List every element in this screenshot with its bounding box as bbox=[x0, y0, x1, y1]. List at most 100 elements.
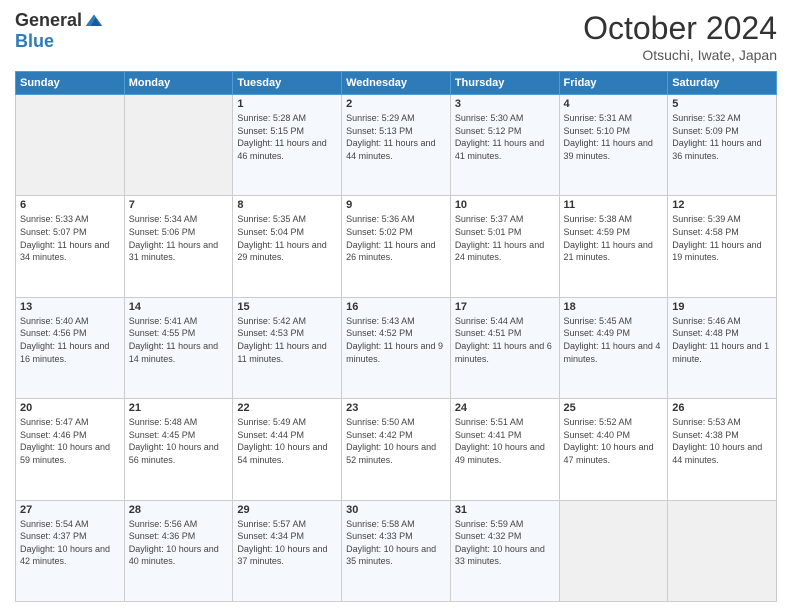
day-info: Sunrise: 5:56 AM Sunset: 4:36 PM Dayligh… bbox=[129, 518, 229, 568]
calendar-cell: 15 Sunrise: 5:42 AM Sunset: 4:53 PM Dayli… bbox=[233, 297, 342, 398]
day-info: Sunrise: 5:40 AM Sunset: 4:56 PM Dayligh… bbox=[20, 315, 120, 365]
day-number: 18 bbox=[564, 301, 664, 313]
calendar-cell: 23 Sunrise: 5:50 AM Sunset: 4:42 PM Dayli… bbox=[342, 399, 451, 500]
logo-general: General bbox=[15, 10, 82, 31]
calendar-cell: 11 Sunrise: 5:38 AM Sunset: 4:59 PM Dayli… bbox=[559, 196, 668, 297]
day-info: Sunrise: 5:34 AM Sunset: 5:06 PM Dayligh… bbox=[129, 213, 229, 263]
calendar-cell bbox=[16, 95, 125, 196]
day-number: 22 bbox=[237, 402, 337, 414]
calendar-cell: 5Sunrise: 5:32 AM Sunset: 5:09 PM Daylig… bbox=[668, 95, 777, 196]
day-info: Sunrise: 5:41 AM Sunset: 4:55 PM Dayligh… bbox=[129, 315, 229, 365]
title-section: October 2024 Otsuchi, Iwate, Japan bbox=[583, 10, 777, 63]
calendar-cell bbox=[668, 500, 777, 601]
day-number: 17 bbox=[455, 301, 555, 313]
day-number: 21 bbox=[129, 402, 229, 414]
calendar-cell: 31Sunrise: 5:59 AM Sunset: 4:32 PM Dayli… bbox=[450, 500, 559, 601]
calendar-body: 1Sunrise: 5:28 AM Sunset: 5:15 PM Daylig… bbox=[16, 95, 777, 602]
calendar-cell: 1Sunrise: 5:28 AM Sunset: 5:15 PM Daylig… bbox=[233, 95, 342, 196]
day-of-week-header: Sunday bbox=[16, 72, 125, 95]
day-info: Sunrise: 5:37 AM Sunset: 5:01 PM Dayligh… bbox=[455, 213, 555, 263]
calendar-cell: 16 Sunrise: 5:43 AM Sunset: 4:52 PM Dayli… bbox=[342, 297, 451, 398]
day-number: 11 bbox=[564, 199, 664, 211]
calendar-cell: 4Sunrise: 5:31 AM Sunset: 5:10 PM Daylig… bbox=[559, 95, 668, 196]
day-info: Sunrise: 5:38 AM Sunset: 4:59 PM Dayligh… bbox=[564, 213, 664, 263]
calendar-cell: 3 Sunrise: 5:30 AM Sunset: 5:12 PM Daylig… bbox=[450, 95, 559, 196]
calendar-cell: 24Sunrise: 5:51 AM Sunset: 4:41 PM Dayli… bbox=[450, 399, 559, 500]
logo-blue: Blue bbox=[15, 31, 54, 52]
day-info: Sunrise: 5:53 AM Sunset: 4:38 PM Dayligh… bbox=[672, 416, 772, 466]
calendar-table: SundayMondayTuesdayWednesdayThursdayFrid… bbox=[15, 71, 777, 602]
subtitle: Otsuchi, Iwate, Japan bbox=[583, 47, 777, 63]
day-of-week-header: Saturday bbox=[668, 72, 777, 95]
day-number: 7 bbox=[129, 199, 229, 211]
day-info: Sunrise: 5:45 AM Sunset: 4:49 PM Dayligh… bbox=[564, 315, 664, 365]
day-info: Sunrise: 5:47 AM Sunset: 4:46 PM Dayligh… bbox=[20, 416, 120, 466]
day-number: 23 bbox=[346, 402, 446, 414]
day-of-week-header: Friday bbox=[559, 72, 668, 95]
calendar-cell: 27 Sunrise: 5:54 AM Sunset: 4:37 PM Dayli… bbox=[16, 500, 125, 601]
day-number: 6 bbox=[20, 199, 120, 211]
calendar-cell bbox=[124, 95, 233, 196]
day-number: 20 bbox=[20, 402, 120, 414]
header-row: SundayMondayTuesdayWednesdayThursdayFrid… bbox=[16, 72, 777, 95]
day-info: Sunrise: 5:46 AM Sunset: 4:48 PM Dayligh… bbox=[672, 315, 772, 365]
calendar-cell: 14Sunrise: 5:41 AM Sunset: 4:55 PM Dayli… bbox=[124, 297, 233, 398]
calendar-cell: 10 Sunrise: 5:37 AM Sunset: 5:01 PM Dayli… bbox=[450, 196, 559, 297]
day-info: Sunrise: 5:43 AM Sunset: 4:52 PM Dayligh… bbox=[346, 315, 446, 365]
page: General Blue October 2024 Otsuchi, Iwate… bbox=[0, 0, 792, 612]
calendar-cell: 20 Sunrise: 5:47 AM Sunset: 4:46 PM Dayli… bbox=[16, 399, 125, 500]
day-info: Sunrise: 5:33 AM Sunset: 5:07 PM Dayligh… bbox=[20, 213, 120, 263]
calendar-cell: 6 Sunrise: 5:33 AM Sunset: 5:07 PM Daylig… bbox=[16, 196, 125, 297]
calendar-cell: 28Sunrise: 5:56 AM Sunset: 4:36 PM Dayli… bbox=[124, 500, 233, 601]
calendar-cell: 18 Sunrise: 5:45 AM Sunset: 4:49 PM Dayli… bbox=[559, 297, 668, 398]
logo: General Blue bbox=[15, 10, 104, 52]
day-number: 31 bbox=[455, 504, 555, 516]
day-number: 15 bbox=[237, 301, 337, 313]
calendar-cell: 19 Sunrise: 5:46 AM Sunset: 4:48 PM Dayli… bbox=[668, 297, 777, 398]
day-info: Sunrise: 5:54 AM Sunset: 4:37 PM Dayligh… bbox=[20, 518, 120, 568]
day-of-week-header: Tuesday bbox=[233, 72, 342, 95]
calendar-cell bbox=[559, 500, 668, 601]
calendar-cell: 13 Sunrise: 5:40 AM Sunset: 4:56 PM Dayli… bbox=[16, 297, 125, 398]
day-number: 19 bbox=[672, 301, 772, 313]
calendar-cell: 8Sunrise: 5:35 AM Sunset: 5:04 PM Daylig… bbox=[233, 196, 342, 297]
day-number: 2 bbox=[346, 98, 446, 110]
logo-icon bbox=[84, 11, 104, 31]
calendar-week-row: 13 Sunrise: 5:40 AM Sunset: 4:56 PM Dayli… bbox=[16, 297, 777, 398]
day-info: Sunrise: 5:30 AM Sunset: 5:12 PM Dayligh… bbox=[455, 112, 555, 162]
calendar-cell: 26Sunrise: 5:53 AM Sunset: 4:38 PM Dayli… bbox=[668, 399, 777, 500]
day-info: Sunrise: 5:50 AM Sunset: 4:42 PM Dayligh… bbox=[346, 416, 446, 466]
calendar-cell: 22Sunrise: 5:49 AM Sunset: 4:44 PM Dayli… bbox=[233, 399, 342, 500]
calendar-week-row: 1Sunrise: 5:28 AM Sunset: 5:15 PM Daylig… bbox=[16, 95, 777, 196]
calendar-cell: 25 Sunrise: 5:52 AM Sunset: 4:40 PM Dayli… bbox=[559, 399, 668, 500]
day-number: 16 bbox=[346, 301, 446, 313]
calendar-cell: 17 Sunrise: 5:44 AM Sunset: 4:51 PM Dayli… bbox=[450, 297, 559, 398]
day-number: 9 bbox=[346, 199, 446, 211]
day-info: Sunrise: 5:29 AM Sunset: 5:13 PM Dayligh… bbox=[346, 112, 446, 162]
calendar-cell: 9 Sunrise: 5:36 AM Sunset: 5:02 PM Daylig… bbox=[342, 196, 451, 297]
day-number: 3 bbox=[455, 98, 555, 110]
day-info: Sunrise: 5:36 AM Sunset: 5:02 PM Dayligh… bbox=[346, 213, 446, 263]
day-info: Sunrise: 5:44 AM Sunset: 4:51 PM Dayligh… bbox=[455, 315, 555, 365]
calendar-header: SundayMondayTuesdayWednesdayThursdayFrid… bbox=[16, 72, 777, 95]
day-number: 30 bbox=[346, 504, 446, 516]
day-info: Sunrise: 5:52 AM Sunset: 4:40 PM Dayligh… bbox=[564, 416, 664, 466]
day-number: 12 bbox=[672, 199, 772, 211]
day-info: Sunrise: 5:58 AM Sunset: 4:33 PM Dayligh… bbox=[346, 518, 446, 568]
main-title: October 2024 bbox=[583, 10, 777, 47]
day-number: 25 bbox=[564, 402, 664, 414]
day-number: 10 bbox=[455, 199, 555, 211]
day-info: Sunrise: 5:32 AM Sunset: 5:09 PM Dayligh… bbox=[672, 112, 772, 162]
header: General Blue October 2024 Otsuchi, Iwate… bbox=[15, 10, 777, 63]
day-info: Sunrise: 5:42 AM Sunset: 4:53 PM Dayligh… bbox=[237, 315, 337, 365]
day-number: 4 bbox=[564, 98, 664, 110]
day-of-week-header: Monday bbox=[124, 72, 233, 95]
calendar-cell: 21Sunrise: 5:48 AM Sunset: 4:45 PM Dayli… bbox=[124, 399, 233, 500]
day-number: 27 bbox=[20, 504, 120, 516]
day-number: 13 bbox=[20, 301, 120, 313]
day-number: 8 bbox=[237, 199, 337, 211]
day-number: 29 bbox=[237, 504, 337, 516]
calendar-cell: 2 Sunrise: 5:29 AM Sunset: 5:13 PM Daylig… bbox=[342, 95, 451, 196]
day-of-week-header: Wednesday bbox=[342, 72, 451, 95]
calendar-week-row: 20 Sunrise: 5:47 AM Sunset: 4:46 PM Dayli… bbox=[16, 399, 777, 500]
